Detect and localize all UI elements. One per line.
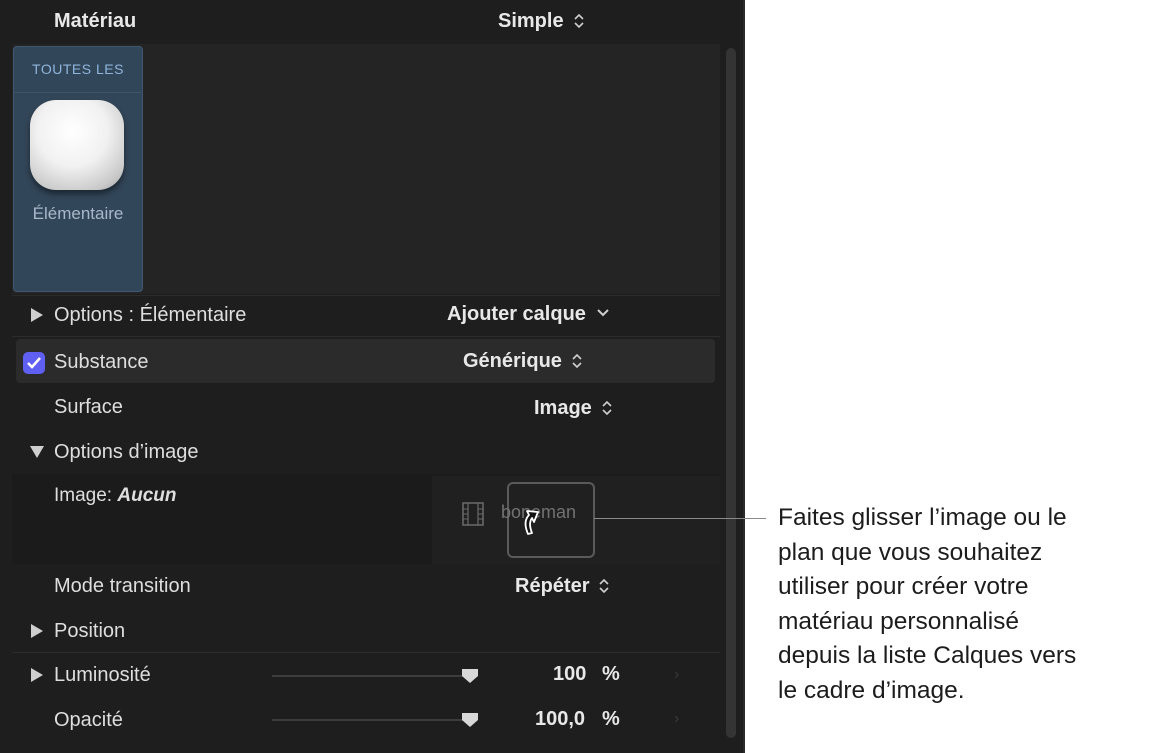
- luminosite-label: Luminosité: [54, 664, 151, 686]
- surface-popup[interactable]: Image: [534, 397, 614, 420]
- divider: [12, 652, 720, 653]
- film-strip-icon: [462, 502, 484, 526]
- updown-arrows-icon: [572, 353, 582, 369]
- chevron-right-icon[interactable]: ›: [674, 666, 679, 684]
- slider-knob-icon[interactable]: [461, 668, 479, 684]
- disclosure-triangle-icon[interactable]: [31, 668, 43, 682]
- substance-value: Générique: [463, 350, 562, 372]
- material-name-label: Élémentaire: [32, 204, 124, 223]
- updown-arrows-icon: [574, 13, 584, 29]
- disclosure-triangle-icon[interactable]: [31, 624, 43, 638]
- opacite-value[interactable]: 100,0: [535, 708, 585, 731]
- scrollbar[interactable]: [726, 48, 736, 738]
- divider: [12, 295, 720, 296]
- options-label: Options : Élémentaire: [54, 304, 247, 326]
- panel-edge: [743, 0, 745, 753]
- updown-arrows-icon: [599, 578, 610, 594]
- luminosite-value[interactable]: 100: [553, 663, 586, 686]
- drag-cursor-icon: [524, 510, 539, 535]
- opacite-slider-track[interactable]: [272, 719, 472, 721]
- image-label: Image: Aucun: [54, 485, 176, 507]
- chevron-down-icon: [597, 309, 609, 317]
- opacite-label: Opacité: [54, 709, 123, 731]
- mode-transition-value: Répéter: [515, 575, 590, 597]
- surface-value: Image: [534, 397, 592, 419]
- add-layer-popup[interactable]: Ajouter calque: [447, 303, 610, 326]
- material-thumbnail[interactable]: [30, 100, 124, 190]
- material-mode-value: Simple: [498, 10, 564, 32]
- position-label: Position: [54, 620, 126, 642]
- mode-transition-popup[interactable]: Répéter: [515, 575, 611, 598]
- surface-label: Surface: [54, 396, 123, 418]
- substance-checkbox[interactable]: [23, 352, 45, 374]
- luminosite-slider-track[interactable]: [272, 675, 472, 677]
- inspector-panel: Matériau Simple TOUTES LES Élémentaire O…: [0, 0, 745, 753]
- checkmark-icon: [27, 357, 41, 369]
- opacite-unit: %: [602, 708, 620, 730]
- chevron-right-icon[interactable]: ›: [674, 710, 679, 728]
- image-options-label: Options d’image: [54, 441, 199, 463]
- updown-arrows-icon: [602, 400, 612, 416]
- substance-popup[interactable]: Générique: [463, 350, 584, 373]
- divider: [12, 336, 720, 337]
- material-mode-popup[interactable]: Simple: [498, 10, 586, 33]
- luminosite-unit: %: [602, 663, 620, 685]
- callout-text: Faites glisser l’image ou le plan que vo…: [778, 504, 1077, 704]
- disclosure-triangle-icon[interactable]: [31, 308, 43, 322]
- mode-transition-label: Mode transition: [54, 575, 191, 597]
- disclosure-triangle-open-icon[interactable]: [30, 446, 44, 458]
- add-layer-label: Ajouter calque: [447, 303, 586, 325]
- image-label-text: Image:: [54, 485, 113, 506]
- substance-label: Substance: [54, 351, 149, 373]
- library-category-header: [13, 46, 141, 93]
- slider-knob-icon[interactable]: [461, 712, 479, 728]
- image-value: Aucun: [117, 485, 177, 506]
- material-title: Matériau: [54, 10, 137, 32]
- callout-line: [594, 518, 766, 519]
